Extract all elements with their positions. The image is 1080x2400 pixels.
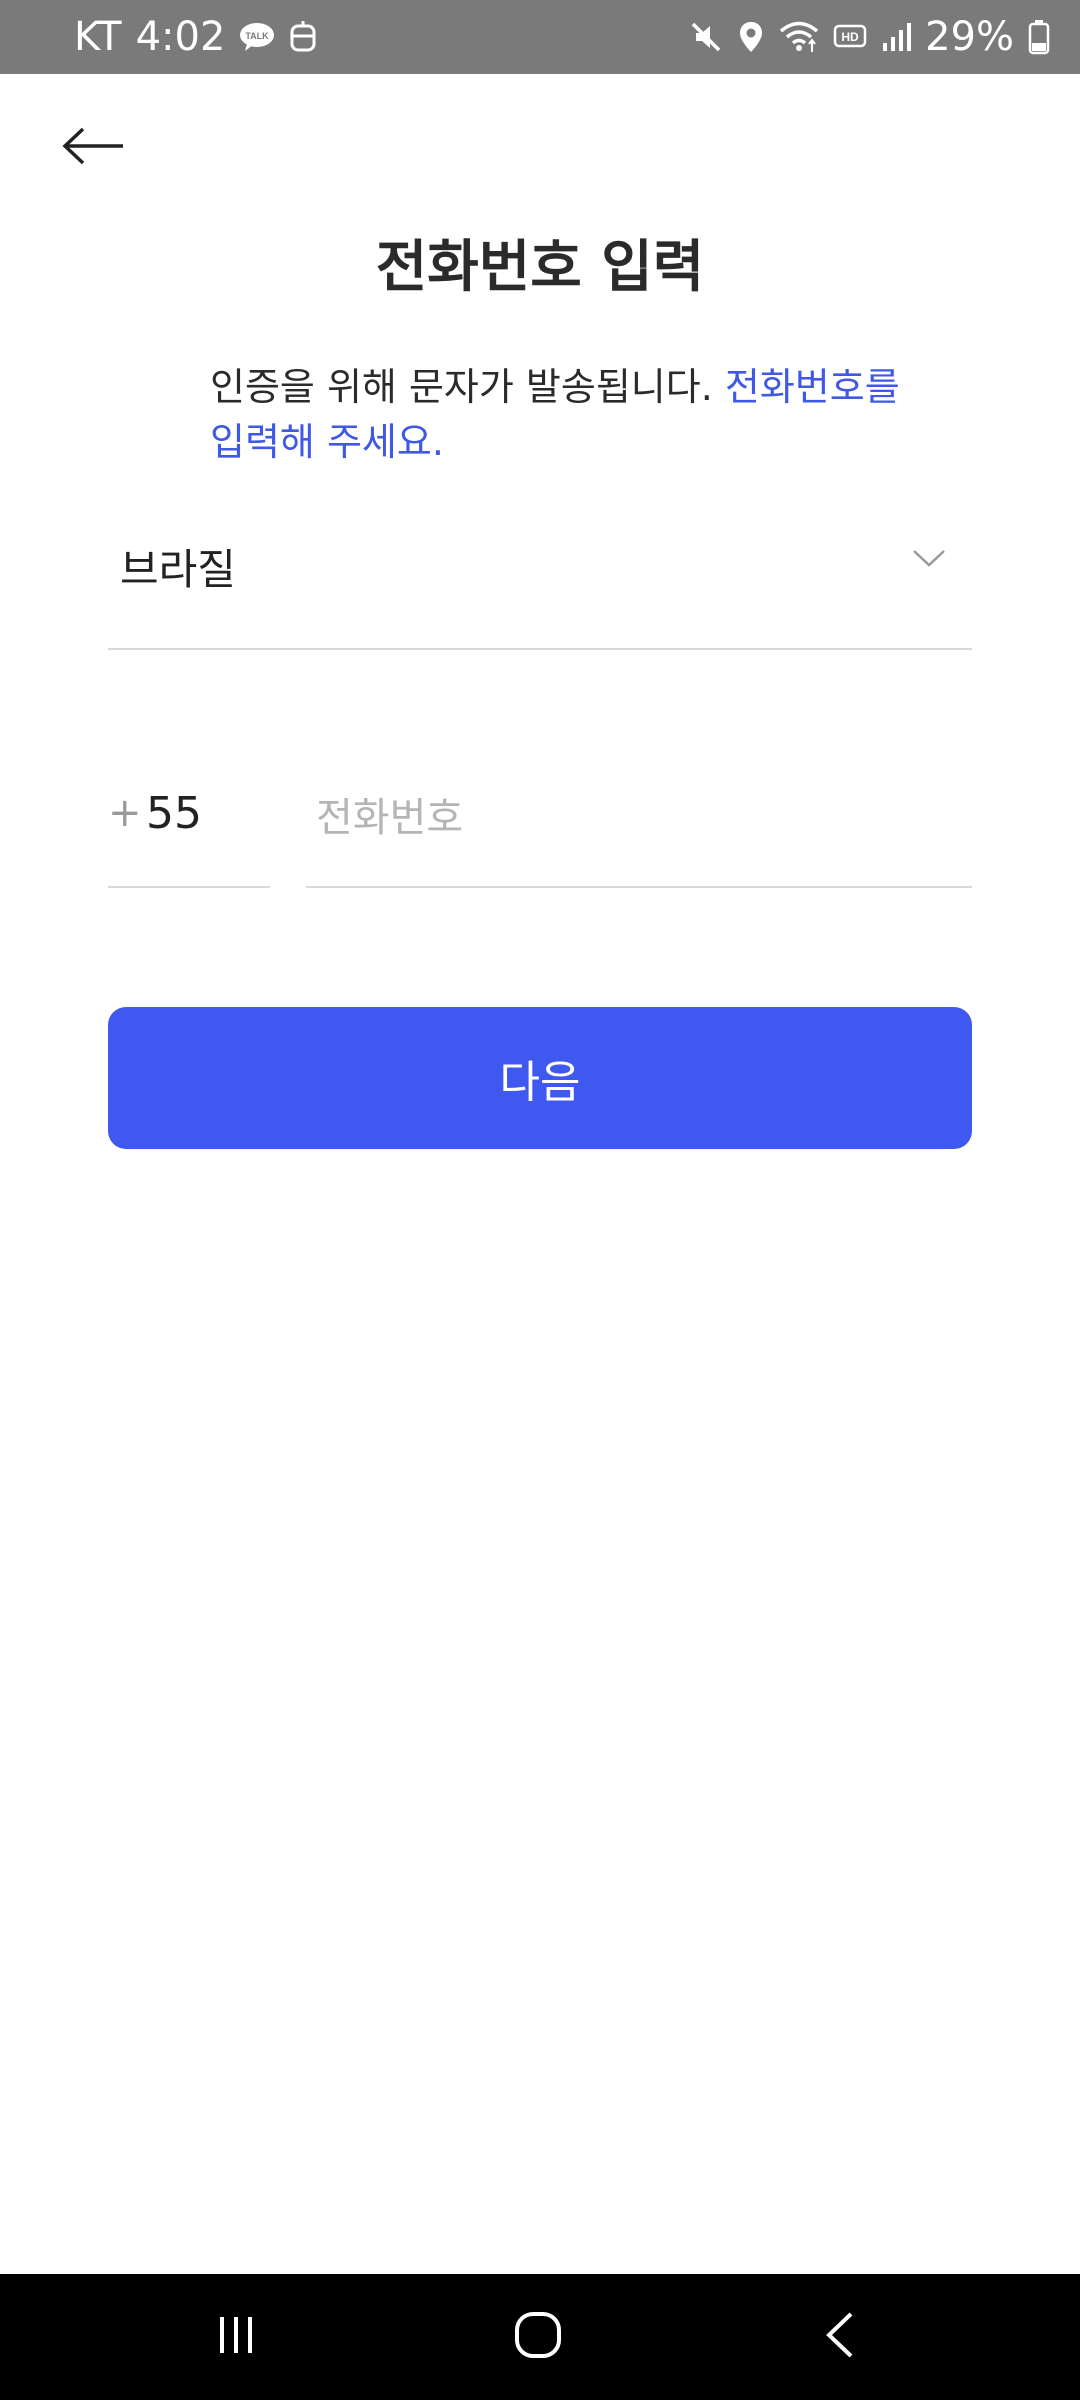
carrier-label: KT — [74, 14, 122, 60]
clock: 4:02 — [135, 14, 226, 60]
status-left: KT 4:02 TALK — [74, 0, 317, 74]
nav-back-button[interactable] — [770, 2274, 910, 2400]
chevron-down-icon — [912, 548, 946, 572]
phone-number-input[interactable] — [316, 786, 956, 850]
bot-icon — [289, 20, 317, 54]
country-selected-label: 브라질 — [120, 545, 236, 594]
hd-icon: HD — [833, 22, 867, 52]
kakaotalk-icon: TALK — [239, 22, 275, 52]
country-code-field[interactable]: + 55 — [108, 770, 270, 888]
battery-icon — [1028, 19, 1050, 55]
recent-apps-button[interactable] — [166, 2274, 306, 2400]
back-icon — [823, 2310, 857, 2364]
location-icon — [737, 20, 765, 54]
description-text: 인증을 위해 문자가 발송됩니다. — [210, 365, 725, 409]
system-nav-bar — [0, 2274, 1080, 2400]
status-bar: KT 4:02 TALK HD 29% — [0, 0, 1080, 74]
next-button[interactable]: 다음 — [108, 1007, 972, 1149]
description: 인증을 위해 문자가 발송됩니다. 전화번호를 입력해 주세요. — [210, 360, 910, 470]
mute-icon — [689, 20, 723, 54]
back-button[interactable] — [58, 118, 128, 178]
country-select[interactable]: 브라질 — [108, 510, 972, 650]
status-right: HD 29% — [689, 0, 1050, 74]
phone-field — [306, 770, 972, 888]
plus-sign: + — [108, 790, 142, 836]
home-button[interactable] — [468, 2274, 608, 2400]
svg-text:HD: HD — [841, 30, 859, 44]
arrow-left-icon — [61, 126, 125, 170]
battery-percent: 29% — [925, 14, 1014, 60]
recent-apps-icon — [214, 2313, 258, 2361]
signal-icon — [881, 21, 912, 53]
home-icon — [513, 2310, 563, 2364]
country-code-value: 55 — [146, 788, 202, 839]
wifi-icon — [779, 20, 819, 54]
page-title: 전화번호 입력 — [375, 235, 705, 300]
svg-text:TALK: TALK — [246, 31, 270, 41]
